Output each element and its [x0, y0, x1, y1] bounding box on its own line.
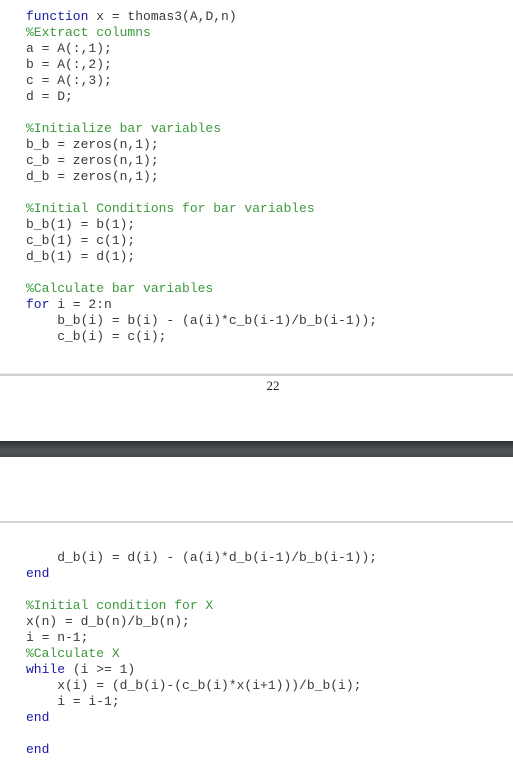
code-line: x(n) = d_b(n)/b_b(n);: [26, 614, 377, 630]
code-line: d = D;: [26, 89, 377, 105]
code-comment: %Calculate X: [26, 646, 120, 661]
code-line: d_b = zeros(n,1);: [26, 169, 377, 185]
code-text: a = A(:,1);: [26, 41, 112, 56]
code-text: d_b = zeros(n,1);: [26, 169, 159, 184]
code-line: d_b(1) = d(1);: [26, 249, 377, 265]
code-line: end: [26, 710, 377, 726]
code-line: b_b(i) = b(i) - (a(i)*c_b(i-1)/b_b(i-1))…: [26, 313, 377, 329]
code-keyword: for: [26, 297, 50, 312]
code-line: a = A(:,1);: [26, 41, 377, 57]
code-line: b_b(1) = b(1);: [26, 217, 377, 233]
code-listing-page-22: function x = thomas3(A,D,n) %Extract colu…: [26, 9, 377, 345]
code-text: i = 2:n: [49, 297, 112, 312]
code-line: %Extract columns: [26, 25, 377, 41]
page-header-rule: [0, 521, 513, 523]
code-line: %Calculate X: [26, 646, 377, 662]
code-text: x = thomas3(A,D,n): [88, 9, 237, 24]
code-text: b = A(:,2);: [26, 57, 112, 72]
code-line: %Initialize bar variables: [26, 121, 377, 137]
code-comment: %Extract columns: [26, 25, 151, 40]
code-text: c_b = zeros(n,1);: [26, 153, 159, 168]
code-line: b = A(:,2);: [26, 57, 377, 73]
code-text: d_b(1) = d(1);: [26, 249, 136, 264]
code-text: i = i-1;: [26, 694, 120, 709]
code-keyword: end: [26, 710, 50, 725]
code-listing-page-23: d_b(i) = d(i) - (a(i)*d_b(i-1)/b_b(i-1))…: [26, 550, 377, 758]
code-line: %Calculate bar variables: [26, 281, 377, 297]
code-line: b_b = zeros(n,1);: [26, 137, 377, 153]
code-text: c_b(i) = c(i);: [26, 329, 167, 344]
code-keyword: function: [26, 9, 89, 24]
code-line: %Initial Conditions for bar variables: [26, 201, 377, 217]
code-comment: %Initial Conditions for bar variables: [26, 201, 315, 216]
code-line: c_b = zeros(n,1);: [26, 153, 377, 169]
page-number: 22: [266, 378, 280, 393]
code-text: d = D;: [26, 89, 73, 104]
code-line: x(i) = (d_b(i)-(c_b(i)*x(i+1)))/b_b(i);: [26, 678, 377, 694]
code-keyword: end: [26, 566, 50, 581]
code-text: x(n) = d_b(n)/b_b(n);: [26, 614, 190, 629]
code-line: d_b(i) = d(i) - (a(i)*d_b(i-1)/b_b(i-1))…: [26, 550, 377, 566]
code-line: i = n-1;: [26, 630, 377, 646]
code-text: x(i) = (d_b(i)-(c_b(i)*x(i+1)))/b_b(i);: [26, 678, 362, 693]
code-text: b_b = zeros(n,1);: [26, 137, 159, 152]
code-text: b_b(1) = b(1);: [26, 217, 136, 232]
code-comment: %Initial condition for X: [26, 598, 214, 613]
code-text: (i >= 1): [65, 662, 136, 677]
code-comment: %Initialize bar variables: [26, 121, 222, 136]
code-keyword: while: [26, 662, 66, 677]
code-line: end: [26, 566, 377, 582]
code-line: c = A(:,3);: [26, 73, 377, 89]
code-line: c_b(i) = c(i);: [26, 329, 377, 345]
code-line: %Initial condition for X: [26, 598, 377, 614]
code-text: d_b(i) = d(i) - (a(i)*d_b(i-1)/b_b(i-1))…: [26, 550, 378, 565]
code-line: i = i-1;: [26, 694, 377, 710]
page-footer-rule: [0, 374, 513, 376]
code-text: c_b(1) = c(1);: [26, 233, 136, 248]
code-comment: %Calculate bar variables: [26, 281, 214, 296]
code-line: function x = thomas3(A,D,n): [26, 9, 377, 25]
code-line: end: [26, 742, 377, 758]
code-text: c = A(:,3);: [26, 73, 112, 88]
code-text: b_b(i) = b(i) - (a(i)*c_b(i-1)/b_b(i-1))…: [26, 313, 378, 328]
page-separator-bar: [0, 441, 513, 457]
code-line: c_b(1) = c(1);: [26, 233, 377, 249]
code-line: while (i >= 1): [26, 662, 377, 678]
code-line: for i = 2:n: [26, 297, 377, 313]
code-keyword: end: [26, 742, 50, 757]
code-text: i = n-1;: [26, 630, 89, 645]
